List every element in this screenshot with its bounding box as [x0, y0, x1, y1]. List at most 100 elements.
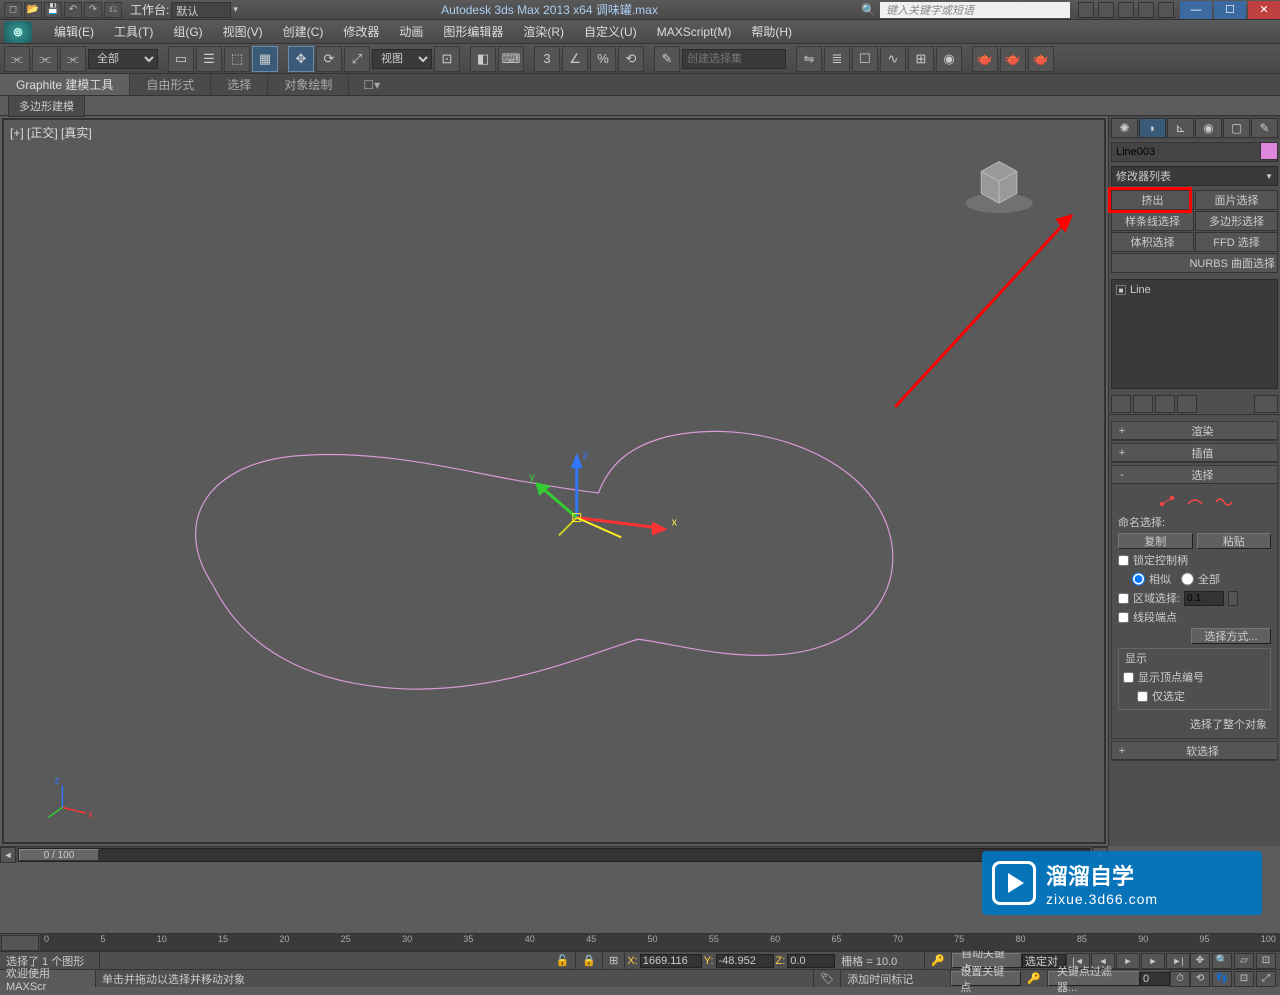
search-input[interactable]: 键入关键字或短语 [880, 2, 1070, 18]
menu-group[interactable]: 组(G) [163, 23, 212, 40]
keyboard-shortcut-icon[interactable]: ⌨ [498, 46, 524, 72]
menu-grapheditors[interactable]: 图形编辑器 [433, 23, 513, 40]
nav-walk-icon[interactable]: 👣 [1212, 971, 1232, 987]
align-icon[interactable]: ≣ [824, 46, 850, 72]
help-icon[interactable] [1158, 2, 1174, 18]
menu-help[interactable]: 帮助(H) [741, 23, 802, 40]
commcenter-icon[interactable] [1078, 2, 1094, 18]
mod-ffdsel-button[interactable]: FFD 选择 [1195, 232, 1278, 252]
angle-snap-icon[interactable]: ∠ [562, 46, 588, 72]
unique-icon[interactable] [1155, 395, 1175, 413]
only-sel-checkbox[interactable] [1137, 691, 1148, 702]
ribbon-tab-graphite[interactable]: Graphite 建模工具 [0, 74, 130, 95]
show-vtx-num-checkbox[interactable] [1123, 672, 1134, 683]
trackbar-toggle-icon[interactable] [1, 935, 39, 951]
time-config-icon[interactable]: ⏱ [1170, 971, 1190, 987]
rotate-icon[interactable]: ⟳ [316, 46, 342, 72]
time-slider-handle[interactable]: 0 / 100 [19, 849, 99, 861]
modifier-stack[interactable]: ■ Line [1111, 279, 1278, 389]
selection-filter-dropdown[interactable]: 全部 [88, 49, 158, 69]
abs-rel-icon[interactable]: ⊞ [603, 952, 625, 969]
menu-rendering[interactable]: 渲染(R) [513, 23, 574, 40]
qat-redo-icon[interactable]: ↷ [84, 2, 102, 18]
next-frame-icon[interactable]: ► [1141, 953, 1165, 969]
menu-edit[interactable]: 编辑(E) [44, 23, 104, 40]
lock-selection-icon[interactable]: 🔓 [550, 952, 577, 969]
spinner-snap-icon[interactable]: ⟲ [618, 46, 644, 72]
menu-animation[interactable]: 动画 [389, 23, 433, 40]
area-sel-checkbox[interactable] [1118, 593, 1129, 604]
workspace-dropdown[interactable]: 默认 [171, 2, 231, 18]
window-crossing-icon[interactable]: ▦ [252, 46, 278, 72]
render-frame-icon[interactable]: 🫖 [1000, 46, 1026, 72]
favorites-icon[interactable] [1098, 2, 1114, 18]
modify-tab-icon[interactable]: ◗ [1139, 118, 1166, 138]
schematic-icon[interactable]: ⊞ [908, 46, 934, 72]
object-name-input[interactable] [1111, 142, 1278, 162]
mod-volsel-button[interactable]: 体积选择 [1111, 232, 1194, 252]
copy-sel-button[interactable]: 复制 [1118, 533, 1193, 549]
current-frame-input[interactable] [1140, 972, 1170, 986]
render-setup-icon[interactable]: 🫖 [972, 46, 998, 72]
viewport-hscroll[interactable]: ◄ 0 / 100 ► [0, 846, 1108, 862]
nav-pan-icon[interactable]: ✥ [1190, 953, 1210, 969]
maximize-button[interactable]: ☐ [1214, 1, 1246, 19]
keyfilter-button[interactable]: 关键点过滤器... [1048, 971, 1140, 986]
curve-editor-icon[interactable]: ∿ [880, 46, 906, 72]
named-selset-input[interactable] [682, 49, 786, 69]
seg-end-checkbox[interactable] [1118, 612, 1129, 623]
select-object-icon[interactable]: ▭ [168, 46, 194, 72]
nav-zoom-icon[interactable]: 🔍 [1212, 953, 1232, 969]
viewport[interactable]: [+] [正交] [真实] z y x [2, 118, 1106, 844]
pivot-icon[interactable]: ⊡ [434, 46, 460, 72]
paste-sel-button[interactable]: 粘贴 [1197, 533, 1272, 549]
menu-views[interactable]: 视图(V) [213, 23, 273, 40]
goto-end-icon[interactable]: ►| [1166, 953, 1190, 969]
qat-open-icon[interactable]: 📂 [24, 2, 42, 18]
app-logo-icon[interactable]: ⊚ [4, 21, 32, 43]
select-region-icon[interactable]: ⬚ [224, 46, 250, 72]
mod-polysel-button[interactable]: 多边形选择 [1195, 211, 1278, 231]
area-spinner[interactable] [1228, 591, 1238, 606]
layers-icon[interactable]: ☐ [852, 46, 878, 72]
area-sel-input[interactable] [1184, 591, 1224, 606]
lock-handles-checkbox[interactable] [1118, 555, 1129, 566]
scale-icon[interactable]: ⤢ [344, 46, 370, 72]
nav-zoomext-icon[interactable]: ⤢ [1256, 971, 1276, 987]
mirror-icon[interactable]: ⇋ [796, 46, 822, 72]
key-icon[interactable]: 🔑 [925, 952, 952, 969]
transform-gizmo[interactable]: z y x [529, 449, 677, 537]
show-end-icon[interactable] [1133, 395, 1153, 413]
z-coord-input[interactable] [787, 954, 835, 968]
isolate-icon[interactable]: 🔒 [576, 952, 603, 969]
timetag-icon[interactable]: 🏷 [814, 970, 841, 987]
nav-orbit-icon[interactable]: ⟲ [1190, 971, 1210, 987]
viewcube[interactable] [965, 162, 1032, 213]
ribbon-tab-selection[interactable]: 选择 [211, 74, 268, 95]
x-coord-input[interactable] [640, 954, 702, 968]
object-color-swatch[interactable] [1260, 142, 1278, 160]
qat-save-icon[interactable]: 💾 [44, 2, 62, 18]
select-by-button[interactable]: 选择方式... [1191, 628, 1271, 644]
display-tab-icon[interactable]: ▢ [1223, 118, 1250, 138]
stack-item-line[interactable]: ■ Line [1116, 284, 1273, 296]
snap-toggle-icon[interactable]: 3 [534, 46, 560, 72]
y-coord-input[interactable] [716, 954, 774, 968]
percent-snap-icon[interactable]: % [590, 46, 616, 72]
qat-new-icon[interactable]: ◻ [4, 2, 22, 18]
keymode-icon[interactable]: 🔑 [1021, 970, 1048, 987]
close-button[interactable]: ✕ [1248, 1, 1280, 19]
minimize-button[interactable]: — [1180, 1, 1212, 19]
signin-icon[interactable] [1118, 2, 1134, 18]
menu-create[interactable]: 创建(C) [273, 23, 334, 40]
hierarchy-tab-icon[interactable]: ⊾ [1167, 118, 1194, 138]
select-by-name-icon[interactable]: ☰ [196, 46, 222, 72]
qat-undo-icon[interactable]: ↶ [64, 2, 82, 18]
spline-subobj-icon[interactable] [1214, 494, 1232, 508]
scroll-left-icon[interactable]: ◄ [0, 847, 16, 863]
edit-selset-icon[interactable]: ✎ [654, 46, 680, 72]
material-editor-icon[interactable]: ◉ [936, 46, 962, 72]
unlink-icon[interactable]: ⫘ [32, 46, 58, 72]
mod-splinesel-button[interactable]: 样条线选择 [1111, 211, 1194, 231]
stack-expand-icon[interactable]: ■ [1116, 285, 1126, 295]
